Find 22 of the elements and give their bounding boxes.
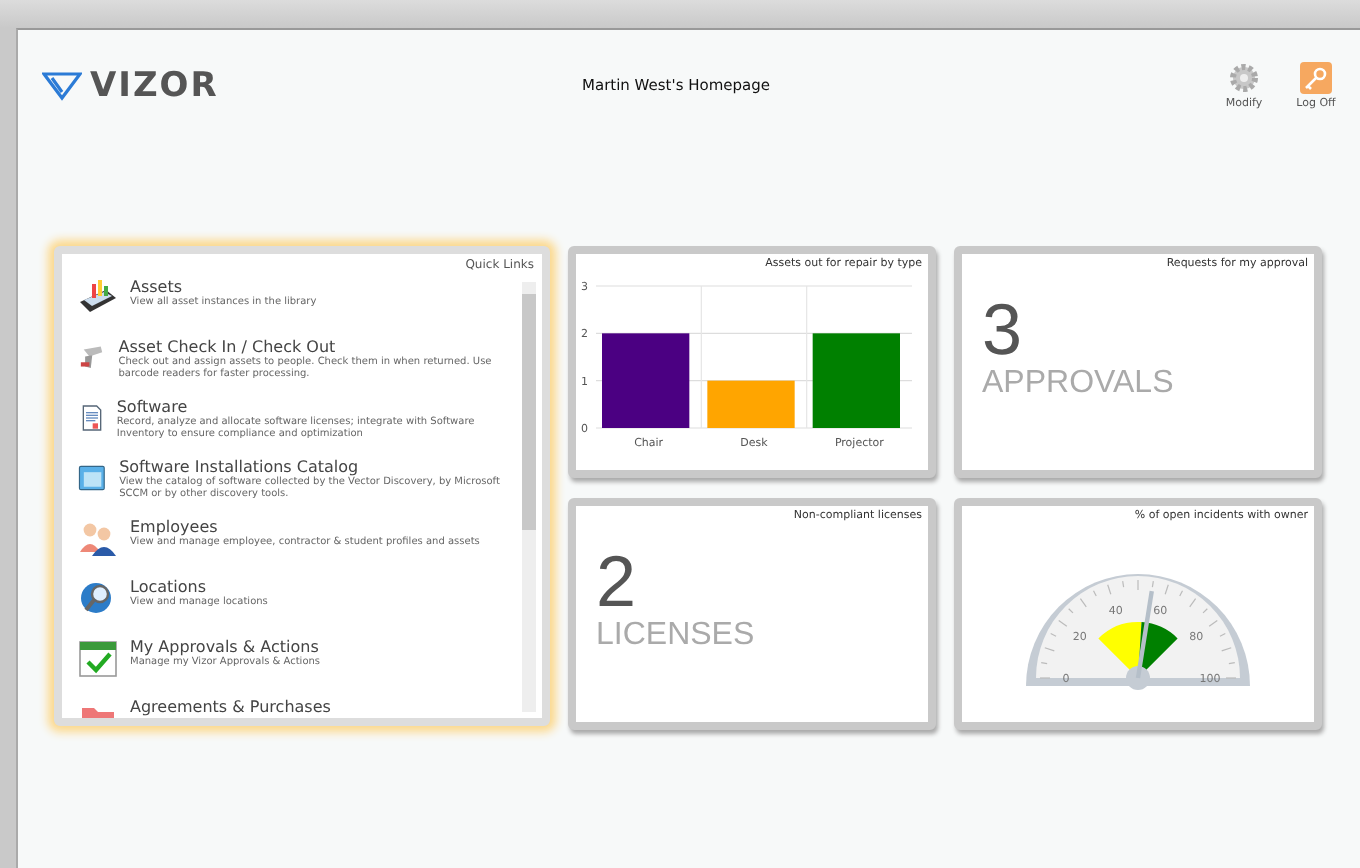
link-title: My Approvals & Actions: [130, 638, 321, 656]
scrollbar[interactable]: [522, 282, 536, 712]
calendar-check-icon: [78, 638, 118, 678]
settings-icon: [1228, 61, 1260, 93]
people-icon: [78, 518, 118, 558]
link-title: Software: [116, 398, 190, 416]
link-title: Software Installations Catalog: [119, 458, 361, 476]
link-title: Assets: [130, 278, 185, 296]
logo-text: VIZOR: [90, 65, 219, 105]
link-title: Agreements & Purchases: [130, 698, 331, 716]
scrollbar-thumb[interactable]: [522, 294, 536, 530]
link-title: Locations: [130, 578, 209, 596]
logo-icon: [42, 69, 82, 101]
stat-count: 3: [982, 294, 1023, 366]
link-title: Employees: [130, 518, 220, 536]
link-title: Asset Check In / Check Out: [118, 338, 338, 356]
chart-icon: [78, 278, 118, 318]
quick-link[interactable]: Agreements & Purchases: [78, 698, 522, 718]
key-icon: [1300, 61, 1332, 93]
stat-label: APPROVALS: [982, 366, 1176, 402]
stat-count: 2: [596, 546, 637, 618]
stat-label: LICENSES: [596, 618, 757, 654]
